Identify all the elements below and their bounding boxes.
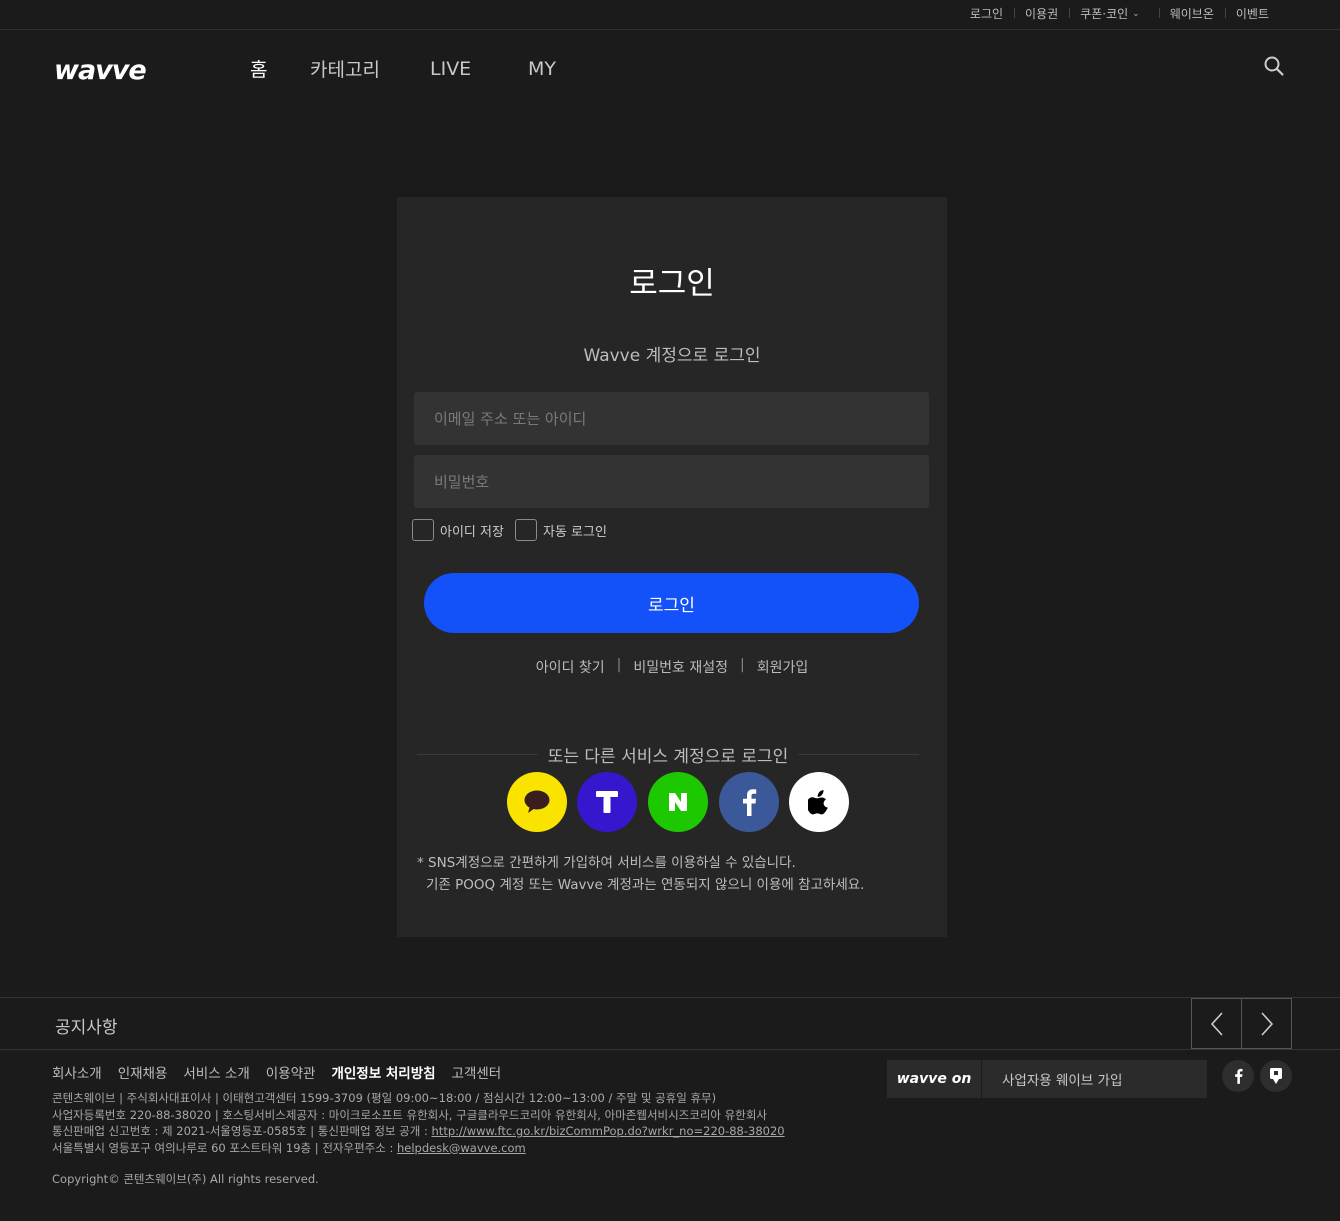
- sns-note-line1: * SNS계정으로 간편하게 가입하여 서비스를 이용하실 수 있습니다.: [417, 855, 796, 871]
- footer-nav: 회사소개 인재채용 서비스 소개 이용약관 개인정보 처리방침 고객센터: [52, 1062, 517, 1082]
- helpdesk-email-link[interactable]: helpdesk@wavve.com: [397, 1141, 526, 1155]
- login-card: 로그인 Wavve 계정으로 로그인 아이디 저장 자동 로그인 로그인 아이디…: [397, 197, 947, 937]
- facebook-icon: [743, 789, 757, 816]
- footer-info-line: 콘텐츠웨이브 | 주식회사대표이사 | 이태현고객센터 1599-3709 (평…: [52, 1091, 717, 1105]
- footer-info-line: 서울특별시 영등포구 여의나루로 60 포스트타워 19층 | 전자우편주소 :…: [52, 1140, 785, 1157]
- email-field[interactable]: [414, 392, 929, 445]
- nav-home[interactable]: 홈: [250, 55, 267, 82]
- kakao-login-button[interactable]: [507, 772, 567, 832]
- auto-login-box[interactable]: [515, 519, 537, 541]
- notice-prev-button[interactable]: [1191, 998, 1242, 1049]
- auto-login-label: 자동 로그인: [543, 524, 607, 540]
- sns-divider: 또는 다른 서비스 계정으로 로그인: [417, 742, 920, 767]
- footer-terms-link[interactable]: 이용약관: [266, 1062, 316, 1082]
- util-login-link[interactable]: 로그인: [959, 5, 1014, 22]
- apple-login-button[interactable]: [789, 772, 849, 832]
- wavveon-logo: wavve on: [887, 1060, 982, 1098]
- nav-my[interactable]: MY: [528, 58, 556, 80]
- footer-privacy-link[interactable]: 개인정보 처리방침: [331, 1062, 435, 1082]
- naver-icon: [669, 793, 687, 811]
- blog-icon: [1270, 1068, 1282, 1084]
- footer-info-text: 서울특별시 영등포구 여의나루로 60 포스트타워 19층 | 전자우편주소 :: [52, 1140, 397, 1155]
- facebook-login-button[interactable]: [719, 772, 779, 832]
- signup-link[interactable]: 회원가입: [757, 657, 809, 677]
- kakao-icon: [524, 790, 550, 813]
- wavveon-signup-text: 사업자용 웨이브 가입: [1002, 1073, 1123, 1089]
- notice-next-button[interactable]: [1241, 998, 1292, 1049]
- util-coupon-label: 쿠폰·코인: [1080, 7, 1129, 21]
- footer-careers-link[interactable]: 인재채용: [118, 1062, 168, 1082]
- tworld-icon: [596, 791, 618, 813]
- save-id-box[interactable]: [412, 519, 434, 541]
- find-id-link[interactable]: 아이디 찾기: [536, 657, 605, 677]
- facebook-icon: [1234, 1068, 1243, 1084]
- footer-info-text: 통신판매업 신고번호 : 제 2021-서울영등포-0585호 | 통신판매업 …: [52, 1124, 432, 1138]
- login-subtitle: Wavve 계정으로 로그인: [583, 346, 761, 366]
- sns-note: * SNS계정으로 간편하게 가입하여 서비스를 이용하실 수 있습니다. 기존…: [417, 852, 864, 896]
- chevron-down-icon: ⌄: [1132, 8, 1140, 19]
- nav-category[interactable]: 카테고리: [310, 55, 380, 82]
- wavveon-banner[interactable]: wavve on 사업자용 웨이브 가입: [887, 1060, 1207, 1098]
- link-separator: |: [616, 657, 622, 673]
- sns-title: 또는 다른 서비스 계정으로 로그인: [547, 747, 789, 767]
- reset-password-link[interactable]: 비밀번호 재설정: [633, 657, 728, 677]
- footer-facebook-link[interactable]: [1222, 1060, 1254, 1092]
- chevron-right-icon: [1260, 1011, 1273, 1036]
- ftc-link[interactable]: http://www.ftc.go.kr/bizCommPop.do?wrkr_…: [432, 1124, 785, 1138]
- footer-info-line: 사업자등록번호 220-88-38020 | 호스팅서비스제공자 : 마이크로소…: [52, 1107, 767, 1122]
- link-separator: |: [739, 657, 745, 673]
- utility-bar: 로그인 이용권 쿠폰·코인 ⌄ 웨이브온 이벤트: [0, 0, 1340, 30]
- account-links: 아이디 찾기 | 비밀번호 재설정 | 회원가입: [397, 657, 947, 677]
- util-event-link[interactable]: 이벤트: [1224, 5, 1280, 22]
- footer-company-info: 콘텐츠웨이브 | 주식회사대표이사 | 이태현고객센터 1599-3709 (평…: [52, 1090, 785, 1156]
- divider-line: [417, 754, 538, 755]
- login-title: 로그인: [629, 266, 715, 302]
- footer-blog-link[interactable]: [1260, 1060, 1292, 1092]
- password-field[interactable]: [414, 455, 929, 508]
- util-wavveon-link[interactable]: 웨이브온: [1158, 5, 1225, 22]
- util-pass-link[interactable]: 이용권: [1014, 5, 1069, 22]
- chevron-left-icon: [1210, 1011, 1223, 1036]
- copyright: Copyright© 콘텐츠웨이브(주) All rights reserved…: [52, 1172, 319, 1186]
- sns-note-line2: 기존 POOQ 계정 또는 Wavve 계정과는 연동되지 않으니 이용에 참고…: [426, 877, 865, 893]
- footer-support-link[interactable]: 고객센터: [452, 1062, 502, 1082]
- nav-live[interactable]: LIVE: [430, 58, 471, 80]
- login-button[interactable]: 로그인: [424, 573, 919, 633]
- footer-company-link[interactable]: 회사소개: [52, 1062, 102, 1082]
- tworld-login-button[interactable]: [577, 772, 637, 832]
- naver-login-button[interactable]: [648, 772, 708, 832]
- util-coupon-link[interactable]: 쿠폰·코인 ⌄: [1069, 5, 1151, 22]
- apple-icon: [808, 790, 828, 815]
- notice-bar: 공지사항: [0, 997, 1340, 1050]
- save-id-checkbox[interactable]: 아이디 저장: [412, 519, 504, 541]
- auto-login-checkbox[interactable]: 자동 로그인: [515, 519, 607, 541]
- footer-service-link[interactable]: 서비스 소개: [183, 1062, 249, 1082]
- save-id-label: 아이디 저장: [440, 524, 504, 540]
- divider-line: [798, 754, 920, 755]
- notice-label[interactable]: 공지사항: [55, 1013, 118, 1038]
- footer-info-line: 통신판매업 신고번호 : 제 2021-서울영등포-0585호 | 통신판매업 …: [52, 1123, 785, 1140]
- wavve-logo[interactable]: wavve: [54, 55, 147, 86]
- search-icon[interactable]: [1263, 55, 1285, 77]
